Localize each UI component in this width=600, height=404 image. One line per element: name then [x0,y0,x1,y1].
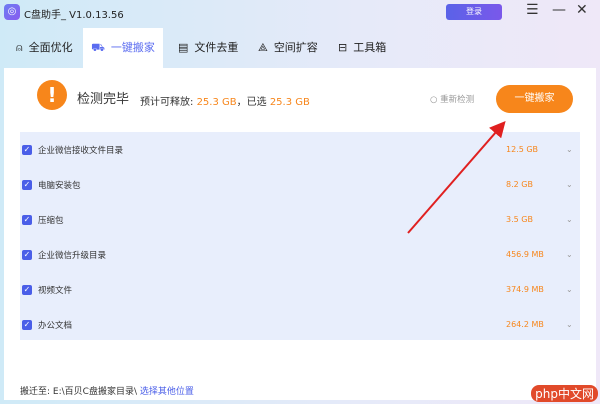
annotation-arrow [407,120,506,234]
